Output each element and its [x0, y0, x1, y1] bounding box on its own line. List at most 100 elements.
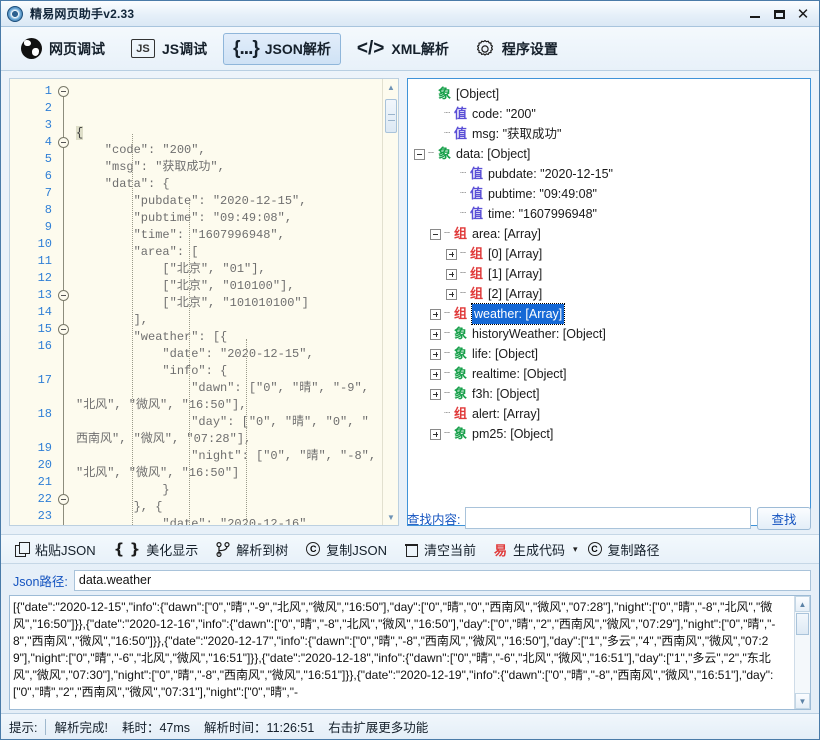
json-source-editor[interactable]: 1234567891011121314151617181920212223 { …	[9, 78, 399, 526]
fold-minus-icon[interactable]	[58, 324, 69, 335]
tree-node[interactable]: ┄组[1] [Array]	[414, 264, 810, 284]
code-line[interactable]: "date": "2020-12-16",	[76, 516, 382, 525]
code-line[interactable]: "data": {	[76, 176, 382, 193]
tab-json-parse[interactable]: {...} JSON解析	[223, 33, 341, 65]
expand-icon[interactable]	[430, 429, 441, 440]
expand-icon[interactable]	[430, 309, 441, 320]
collapse-icon[interactable]	[430, 229, 441, 240]
tree-node[interactable]: ┈值pubdate: "2020-12-15"	[414, 164, 810, 184]
code-line[interactable]: "time": "1607996948",	[76, 227, 382, 244]
tree-node[interactable]: ┄象pm25: [Object]	[414, 424, 810, 444]
raw-scroll-up-arrow[interactable]: ▲	[795, 596, 810, 612]
fold-toggle[interactable]	[56, 321, 74, 338]
code-line[interactable]: "weather": [{	[76, 329, 382, 346]
code-line[interactable]: }	[76, 482, 382, 499]
expand-icon[interactable]	[430, 329, 441, 340]
tree-node[interactable]: ┈值pubtime: "09:49:08"	[414, 184, 810, 204]
fold-slot	[56, 168, 74, 185]
fold-minus-icon[interactable]	[58, 494, 69, 505]
tree-node[interactable]: ┄组[2] [Array]	[414, 284, 810, 304]
code-line[interactable]: ],	[76, 312, 382, 329]
code-line[interactable]: ["北京", "010100"],	[76, 278, 382, 295]
tree-node[interactable]: ┈值msg: "获取成功"	[414, 124, 810, 144]
fold-gutter[interactable]	[56, 79, 74, 525]
code-line[interactable]: "code": "200",	[76, 142, 382, 159]
paste-json-label: 粘贴JSON	[35, 540, 96, 559]
paste-json-button[interactable]: 粘贴JSON	[15, 540, 96, 559]
line-number: 18	[10, 406, 56, 440]
tree-node[interactable]: ┄象life: [Object]	[414, 344, 810, 364]
tree-node[interactable]: ┈组alert: [Array]	[414, 404, 810, 424]
fold-minus-icon[interactable]	[58, 290, 69, 301]
raw-result-text[interactable]: [{"date":"2020-12-15","info":{"dawn":["0…	[10, 596, 794, 709]
code-line[interactable]: {	[76, 125, 382, 142]
tree-node-label: code: "200"	[472, 104, 536, 124]
tree-connector: ┈	[444, 404, 454, 424]
raw-vertical-scrollbar[interactable]: ▲ ▼	[794, 596, 810, 709]
parse-to-tree-button[interactable]: 解析到树	[216, 540, 288, 559]
clear-current-button[interactable]: 清空当前	[405, 540, 476, 559]
minimize-button[interactable]	[743, 3, 767, 25]
line-number-gutter: 1234567891011121314151617181920212223	[10, 79, 56, 525]
editor-vertical-scrollbar[interactable]: ▲ ▼	[382, 79, 398, 525]
expand-icon[interactable]	[430, 389, 441, 400]
tree-node[interactable]: ┈值code: "200"	[414, 104, 810, 124]
generate-code-button[interactable]: 易 生成代码	[494, 540, 565, 559]
code-line[interactable]: "msg": "获取成功",	[76, 159, 382, 176]
fold-toggle[interactable]	[56, 83, 74, 100]
fold-minus-icon[interactable]	[58, 137, 69, 148]
tree-node[interactable]: ┄组[0] [Array]	[414, 244, 810, 264]
scroll-thumb[interactable]	[385, 99, 397, 133]
close-button[interactable]: ✕	[791, 3, 815, 25]
tab-web-debug[interactable]: 网页调试	[11, 33, 115, 65]
chevron-down-icon[interactable]: ▾	[573, 544, 578, 555]
fold-minus-icon[interactable]	[58, 86, 69, 97]
expand-icon[interactable]	[446, 269, 457, 280]
tree-node[interactable]: ┄象historyWeather: [Object]	[414, 324, 810, 344]
code-line[interactable]: "night": ["0", "晴", "-8", "北风", "微风", "1…	[76, 448, 382, 482]
code-line[interactable]: "date": "2020-12-15",	[76, 346, 382, 363]
json-tree-view[interactable]: 象[Object]┈值code: "200"┈值msg: "获取成功"┄象dat…	[407, 78, 811, 526]
beautify-button[interactable]: { } 美化显示	[114, 540, 199, 559]
raw-scroll-down-arrow[interactable]: ▼	[795, 693, 810, 709]
expand-icon[interactable]	[430, 349, 441, 360]
code-line[interactable]: ["北京", "01"],	[76, 261, 382, 278]
tree-node-selected[interactable]: ┄组weather: [Array]	[414, 304, 810, 324]
tab-xml-parse[interactable]: </> XML解析	[347, 33, 459, 65]
search-button[interactable]: 查找	[757, 507, 811, 530]
code-line[interactable]: ["北京", "101010100"]	[76, 295, 382, 312]
line-number: 8	[10, 202, 56, 219]
maximize-button[interactable]	[767, 3, 791, 25]
tree-node[interactable]: ┄象f3h: [Object]	[414, 384, 810, 404]
tree-node[interactable]: ┄组area: [Array]	[414, 224, 810, 244]
code-line[interactable]: "day": ["0", "晴", "0", " 西南风", "微风", "07…	[76, 414, 382, 448]
collapse-icon[interactable]	[414, 149, 425, 160]
code-line[interactable]: "dawn": ["0", "晴", "-9", "北风", "微风", "16…	[76, 380, 382, 414]
json-path-input[interactable]: data.weather	[74, 570, 811, 591]
tree-node[interactable]: ┄象data: [Object]	[414, 144, 810, 164]
code-line[interactable]: }, {	[76, 499, 382, 516]
fold-toggle[interactable]	[56, 491, 74, 508]
code-line[interactable]: "info": {	[76, 363, 382, 380]
tab-js-debug[interactable]: JS JS调试	[121, 33, 217, 65]
code-line[interactable]: "pubtime": "09:49:08",	[76, 210, 382, 227]
expand-icon[interactable]	[430, 369, 441, 380]
fold-toggle[interactable]	[56, 134, 74, 151]
tree-node[interactable]: ┄象realtime: [Object]	[414, 364, 810, 384]
copy-json-button[interactable]: C 复制JSON	[306, 540, 387, 559]
code-line[interactable]: "area": [	[76, 244, 382, 261]
expand-icon[interactable]	[446, 249, 457, 260]
code-line[interactable]: "pubdate": "2020-12-15",	[76, 193, 382, 210]
expand-icon[interactable]	[446, 289, 457, 300]
scroll-down-arrow[interactable]: ▼	[383, 509, 399, 525]
copy-path-button[interactable]: C 复制路径	[588, 540, 660, 559]
scroll-up-arrow[interactable]: ▲	[383, 79, 399, 95]
tree-node[interactable]: 象[Object]	[414, 84, 810, 104]
search-input[interactable]	[465, 507, 751, 529]
json-source-text[interactable]: { "code": "200", "msg": "获取成功", "data": …	[74, 79, 382, 525]
fold-toggle[interactable]	[56, 287, 74, 304]
tab-settings[interactable]: 程序设置	[465, 33, 568, 65]
tree-node[interactable]: ┈值time: "1607996948"	[414, 204, 810, 224]
raw-scroll-thumb[interactable]	[796, 613, 809, 635]
raw-result-box[interactable]: [{"date":"2020-12-15","info":{"dawn":["0…	[9, 595, 811, 710]
